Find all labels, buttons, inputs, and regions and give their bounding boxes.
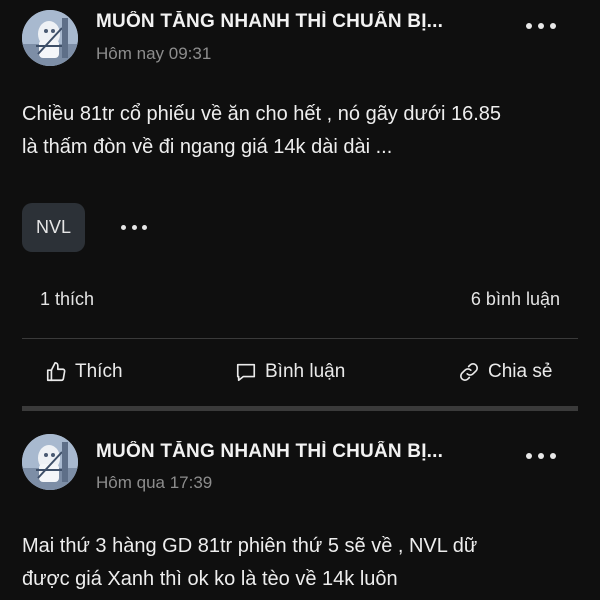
avatar[interactable] — [22, 10, 78, 66]
more-horizontal-icon[interactable] — [121, 222, 147, 232]
stock-tag-chip[interactable]: NVL — [22, 203, 85, 252]
avatar-image — [22, 434, 78, 490]
more-horizontal-icon[interactable] — [526, 16, 556, 36]
author-name[interactable]: MUỐN TĂNG NHANH THÌ CHUẨN BỊ... — [96, 11, 516, 33]
comment-icon — [236, 363, 256, 382]
comment-label: Bình luận — [265, 361, 346, 382]
post-content: Mai thứ 3 hàng GD 81tr phiên thứ 5 sẽ về… — [22, 530, 582, 596]
comment-button[interactable]: Bình luận — [235, 358, 345, 386]
avatar[interactable] — [22, 434, 78, 490]
author-name[interactable]: MUỐN TĂNG NHANH THÌ CHUẨN BỊ... — [96, 441, 516, 463]
post-separator — [22, 406, 578, 411]
post-header: MUỐN TĂNG NHANH THÌ CHUẨN BỊ... Hôm qua … — [0, 418, 600, 498]
link-icon — [460, 363, 478, 381]
post-content-line: là thấm đòn về đi ngang giá 14k dài dài … — [22, 136, 393, 158]
post-timestamp: Hôm qua 17:39 — [96, 473, 213, 492]
post-timestamp: Hôm nay 09:31 — [96, 44, 212, 63]
post-content-line: Mai thứ 3 hàng GD 81tr phiên thứ 5 sẽ về… — [22, 535, 478, 557]
like-label: Thích — [75, 361, 123, 382]
post-content: Chiều 81tr cổ phiếu về ăn cho hết , nó g… — [22, 98, 582, 164]
post-header: MUỐN TĂNG NHANH THÌ CHUẨN BỊ... Hôm nay … — [0, 0, 600, 80]
thumbs-up-icon — [46, 362, 66, 382]
post-content-line: Chiều 81tr cổ phiếu về ăn cho hết , nó g… — [22, 103, 502, 125]
share-label: Chia sẻ — [488, 361, 553, 382]
like-count[interactable]: 1 thích — [40, 289, 94, 310]
like-button[interactable]: Thích — [45, 358, 123, 386]
divider — [22, 338, 578, 339]
post-feed: MUỐN TĂNG NHANH THÌ CHUẨN BỊ... Hôm nay … — [0, 0, 600, 600]
share-button[interactable]: Chia sẻ — [458, 358, 552, 386]
more-horizontal-icon[interactable] — [526, 446, 556, 466]
post-content-line: được giá Xanh thì ok ko là tèo về 14k lu… — [22, 568, 398, 590]
comment-count[interactable]: 6 bình luận — [471, 289, 560, 310]
avatar-image — [22, 10, 78, 66]
